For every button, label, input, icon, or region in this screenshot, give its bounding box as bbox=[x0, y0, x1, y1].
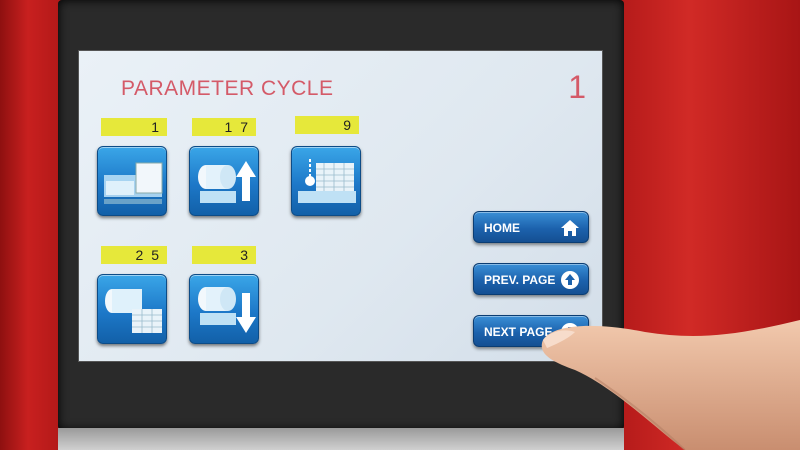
roll-up-arrow-icon bbox=[198, 161, 256, 203]
parameter-3-value[interactable]: 9 bbox=[295, 116, 359, 134]
house-icon bbox=[561, 220, 579, 236]
home-button[interactable]: HOME bbox=[473, 211, 589, 243]
roll-down-arrow-icon bbox=[198, 287, 256, 333]
machine-housing-left bbox=[0, 0, 62, 450]
prev-page-button[interactable]: PREV. PAGE bbox=[473, 263, 589, 295]
parameter-3-button[interactable] bbox=[291, 146, 361, 216]
parameter-5-button[interactable] bbox=[189, 274, 259, 344]
parameter-2-value[interactable]: 1 7 bbox=[192, 118, 256, 136]
prev-page-button-label: PREV. PAGE bbox=[484, 273, 556, 287]
operator-finger bbox=[541, 320, 800, 450]
parameter-2-button[interactable] bbox=[189, 146, 259, 216]
frame-plate-icon bbox=[104, 162, 163, 204]
roll-mesh-icon bbox=[105, 289, 162, 333]
parameter-1-button[interactable] bbox=[97, 146, 167, 216]
parameter-1-value[interactable]: 1 bbox=[101, 118, 167, 136]
touch-screen: PARAMETER CYCLE 1 1 1 7 9 2 5 3 HOME PRE… bbox=[78, 50, 603, 362]
home-button-label: HOME bbox=[484, 221, 520, 235]
page-title: PARAMETER CYCLE bbox=[121, 77, 334, 100]
arrow-up-circle-icon bbox=[561, 271, 579, 289]
parameter-5-value[interactable]: 3 bbox=[192, 246, 256, 264]
parameter-4-value[interactable]: 2 5 bbox=[101, 246, 167, 264]
page-number: 1 bbox=[568, 69, 586, 105]
sensor-mesh-icon bbox=[298, 159, 356, 203]
parameter-4-button[interactable] bbox=[97, 274, 167, 344]
